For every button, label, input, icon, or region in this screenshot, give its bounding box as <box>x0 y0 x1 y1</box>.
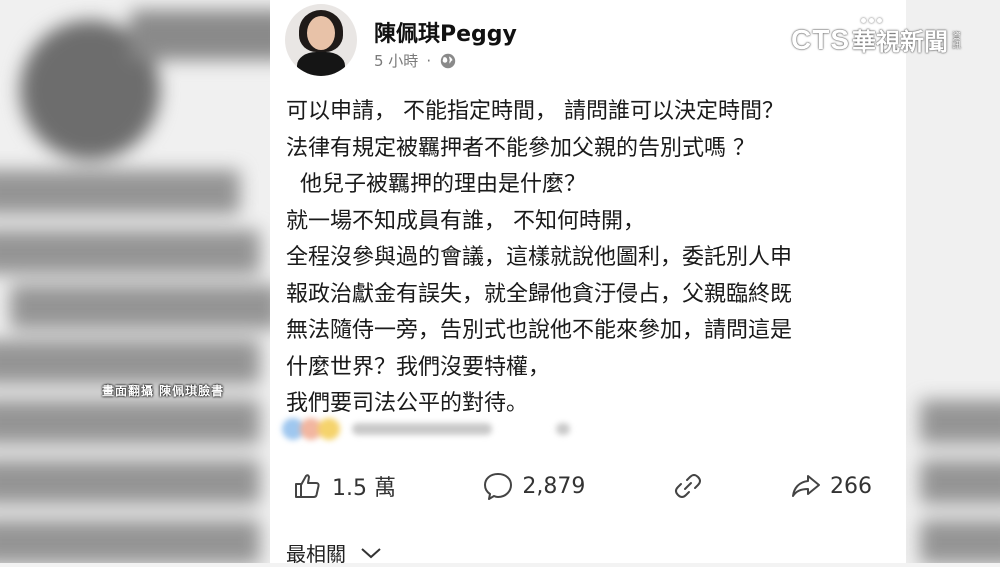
image-credit: 畫面翻攝 陳佩琪臉書 <box>102 384 225 398</box>
copy-link-button[interactable] <box>672 470 704 502</box>
background-text-blur <box>920 400 1000 444</box>
post-text-line: 法律有規定被羈押者不能參加父親的告別式嗎 ？ <box>286 135 755 161</box>
post-text-line: 全程沒參與過的會議，這樣就說他圖利，委託別人申 <box>286 245 793 270</box>
background-text-blur <box>920 460 1000 504</box>
comment-button[interactable]: 2,879 <box>482 470 585 502</box>
post-text-line: 無法隨侍一旁，告別式也說他不能來參加，請問這是 <box>286 318 793 343</box>
background-text-blur <box>0 460 260 504</box>
comment-bubble-icon <box>484 473 513 500</box>
globe-icon <box>440 53 456 68</box>
link-icon <box>674 474 701 498</box>
background-text-blur <box>0 170 240 214</box>
thumbs-up-icon <box>295 474 320 498</box>
like-button[interactable]: 1.5 萬 <box>292 470 396 502</box>
post-body: 可以申請， 不能指定時間， 請問誰可以決定時間？ 法律有規定被羈押者不能參加父親… <box>286 94 886 423</box>
author-name[interactable]: 陳佩琪Peggy <box>374 16 517 48</box>
post-text-line: 報政治獻金有誤失，就全歸他貪汙侵占，父親臨終既 <box>286 281 793 307</box>
background-text-blur <box>0 400 260 444</box>
post-text-line: 可以申請， 不能指定時間， 請問誰可以決定時間？ <box>286 99 784 124</box>
background-text-blur <box>0 340 260 384</box>
comment-count: 2,879 <box>522 473 586 499</box>
background-text-blur <box>10 285 280 329</box>
facebook-post: 陳佩琪Peggy 5 小時 · 可以申請， 不能指定時間， 請問誰可以決定時間？… <box>270 0 906 566</box>
background-text-blur <box>920 520 1000 563</box>
chevron-down-icon <box>361 547 381 558</box>
post-time[interactable]: 5 小時 <box>374 50 418 71</box>
share-button[interactable]: 266 <box>790 470 872 502</box>
post-text-line: 就一場不知成員有誰， 不知何時開， <box>286 208 645 234</box>
meta-separator: · <box>426 51 432 70</box>
share-arrow-icon <box>792 475 820 497</box>
cts-news-logo: CTS 華視新聞 資訊 <box>791 23 960 57</box>
post-meta: 5 小時 · <box>374 50 457 71</box>
background-text-blur <box>0 230 260 274</box>
reactions-summary-blurred <box>282 418 602 440</box>
share-count: 266 <box>830 473 872 499</box>
post-text-line: 什麼世界？我們沒要特權， <box>286 354 551 380</box>
like-count: 1.5 萬 <box>332 476 396 501</box>
avatar[interactable] <box>285 4 357 76</box>
background-text-blur <box>0 520 260 563</box>
background-name-blur <box>130 10 290 60</box>
post-text-line: 他兒子被羈押的理由是什麼？ <box>286 172 586 197</box>
post-actions: 1.5 萬 2,879 266 <box>292 466 872 506</box>
